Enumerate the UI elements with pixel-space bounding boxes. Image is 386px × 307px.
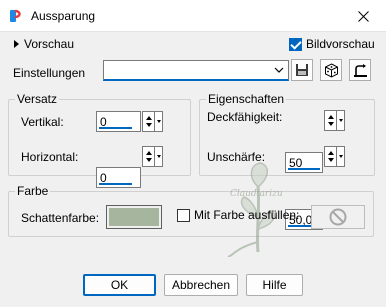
flower-watermark-icon: [227, 162, 276, 258]
reset-button[interactable]: [349, 59, 371, 81]
dropdown-arrow-icon: [338, 119, 343, 122]
spin-up-icon: [145, 115, 152, 120]
fill-color-swatch-disabled: [311, 205, 365, 229]
title-bar: Aussparung: [0, 0, 386, 32]
spin-up-icon: [327, 150, 334, 155]
dropdown-arrow-icon: [338, 155, 343, 158]
blur-spinner[interactable]: [324, 146, 337, 167]
spin-down-icon: [145, 158, 152, 163]
close-icon: [357, 10, 369, 22]
spin-down-icon: [145, 123, 152, 128]
cancel-button[interactable]: Abbrechen: [164, 274, 238, 296]
ok-button-label: OK: [110, 278, 129, 292]
save-icon: [296, 64, 308, 76]
preview-toggle[interactable]: Vorschau: [14, 37, 74, 51]
expand-triangle-icon: [14, 40, 19, 48]
image-preview-label: Bildvorschau: [306, 37, 375, 51]
vertical-spinner[interactable]: [142, 111, 155, 132]
blur-dropdown[interactable]: [337, 146, 345, 167]
horizontal-spinner[interactable]: [142, 146, 155, 167]
random-preset-button[interactable]: [320, 59, 342, 81]
fill-color-label: Mit Farbe ausfüllen:: [194, 208, 300, 222]
no-entry-icon: [329, 208, 347, 226]
horizontal-dropdown[interactable]: [155, 146, 163, 167]
presets-label: Einstellungen: [13, 66, 86, 80]
dice-icon: [324, 62, 338, 78]
shadow-color-swatch[interactable]: [106, 205, 162, 229]
vertical-input[interactable]: 0: [96, 111, 141, 132]
vertical-dropdown[interactable]: [155, 111, 163, 132]
cancel-button-label: Abbrechen: [171, 278, 231, 292]
opacity-label: Deckfähigkeit:: [207, 110, 283, 124]
preview-toggle-label: Vorschau: [24, 37, 75, 51]
shadow-color-label: Schattenfarbe:: [21, 211, 100, 225]
ok-button[interactable]: OK: [83, 274, 156, 296]
help-button[interactable]: Hilfe: [246, 274, 303, 296]
help-button-label: Hilfe: [262, 278, 287, 292]
spin-up-icon: [145, 150, 152, 155]
image-preview-checkbox[interactable]: Bildvorschau: [289, 37, 375, 51]
vertical-label: Vertikal:: [21, 115, 64, 129]
horizontal-label: Horizontal:: [21, 150, 79, 164]
image-preview-check-box[interactable]: [289, 37, 302, 51]
offset-group-title: Versatz: [15, 92, 60, 106]
save-preset-button[interactable]: [291, 59, 313, 81]
close-button[interactable]: [340, 0, 386, 32]
window-title: Aussparung: [31, 9, 96, 23]
spin-down-icon: [327, 122, 334, 127]
reset-icon: [353, 63, 367, 77]
fill-color-checkbox[interactable]: Mit Farbe ausfüllen:: [177, 208, 299, 222]
app-icon: [9, 9, 23, 23]
color-group-title: Farbe: [15, 184, 51, 198]
fill-color-check-box[interactable]: [177, 208, 190, 222]
dropdown-arrow-icon: [156, 120, 161, 123]
opacity-spinner[interactable]: [324, 110, 337, 131]
horizontal-input[interactable]: 0: [96, 167, 141, 188]
properties-group-title: Eigenschaften: [206, 92, 287, 106]
spin-down-icon: [327, 158, 334, 163]
dropdown-arrow-icon: [156, 155, 161, 158]
presets-combobox[interactable]: [103, 60, 289, 81]
watermark-text: Claudiarizu: [230, 189, 283, 199]
chevron-down-icon: [274, 67, 284, 73]
spin-up-icon: [327, 114, 334, 119]
opacity-dropdown[interactable]: [337, 110, 345, 131]
